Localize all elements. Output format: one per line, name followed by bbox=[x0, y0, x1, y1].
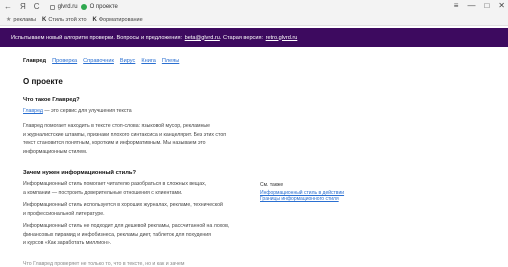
close-icon[interactable]: ✕ bbox=[498, 0, 505, 12]
bookmark-item[interactable]: K Форматирование bbox=[93, 17, 143, 23]
nav-item-check[interactable]: Проверка bbox=[52, 58, 77, 64]
reload-button[interactable]: C bbox=[30, 0, 44, 14]
paragraph-line: а компании — построить доверительные отн… bbox=[23, 189, 183, 196]
page-tab-title: О проекте bbox=[89, 4, 118, 10]
bookmark-item[interactable]: K Стиль этой хто bbox=[42, 17, 87, 23]
address-bar[interactable]: glvrd.ru О проекте bbox=[43, 0, 124, 14]
section1-paragraph: Главред помогает находить в тексте стоп-… bbox=[23, 122, 273, 156]
paragraph-line: и курсов «Как заработать миллион». bbox=[23, 240, 112, 247]
bookmark-label: рекламы bbox=[13, 16, 36, 23]
see-also-link[interactable]: Границы информационного стиля bbox=[260, 196, 370, 202]
url-domain: glvrd.ru bbox=[57, 4, 78, 10]
bookmark-label: Стиль этой хто bbox=[48, 16, 87, 23]
paragraph-line: информационным стилем. bbox=[23, 148, 88, 155]
window-controls: ≡ — □ ✕ bbox=[454, 0, 505, 12]
k-icon: K bbox=[92, 16, 97, 23]
paragraph-line: Главред помогает находить в тексте стоп-… bbox=[23, 123, 211, 129]
banner-text-2: . Старая версия: bbox=[219, 34, 264, 41]
see-also-box: См. также Информационный стиль в действи… bbox=[260, 182, 370, 202]
paragraph-line: Информационный стиль не подходит для деш… bbox=[23, 223, 230, 229]
banner-old-version-link[interactable]: retro.glvrd.ru bbox=[266, 35, 298, 41]
nav-item-reference[interactable]: Справочник bbox=[83, 58, 114, 64]
tab-bar: ← Я C glvrd.ru О проекте ≡ — □ ✕ bbox=[0, 0, 508, 14]
yandex-logo-icon[interactable]: Я bbox=[16, 0, 30, 14]
section2-paragraph-3: Информационный стиль не подходит для деш… bbox=[23, 222, 263, 248]
nav-item-virus[interactable]: Вирус bbox=[120, 58, 135, 64]
section1-intro: Главред — это сервис для улучшения текст… bbox=[23, 107, 263, 116]
cutoff-text: Что Главред проверяет не только то, что … bbox=[23, 261, 185, 267]
menu-icon[interactable]: ≡ bbox=[454, 0, 459, 12]
paragraph-line: и профессиональной литературе. bbox=[23, 210, 105, 217]
bookmarks-bar: ★ рекламы K Стиль этой хто K Форматирова… bbox=[0, 14, 508, 26]
paragraph-line: текст становится понятным, коротким и ин… bbox=[23, 140, 206, 147]
paragraph-line: Информационный стиль используется в хоро… bbox=[23, 202, 223, 208]
section-heading: Зачем нужен информационный стиль? bbox=[23, 170, 136, 176]
page-title: О проекте bbox=[23, 77, 63, 86]
favicon-icon bbox=[80, 4, 87, 10]
bookmark-label: Форматирование bbox=[98, 16, 143, 23]
nav-item-extra[interactable]: Плеяы bbox=[162, 58, 179, 64]
nav-item-glavred[interactable]: Главред bbox=[23, 58, 46, 64]
section2-paragraph-1: Информационный стиль помогает читателю р… bbox=[23, 180, 263, 197]
bookmark-item[interactable]: ★ рекламы bbox=[6, 16, 36, 24]
section-heading: Что такое Главред? bbox=[23, 97, 80, 103]
section2-paragraph-2: Информационный стиль используется в хоро… bbox=[23, 201, 263, 218]
minimize-icon[interactable]: — bbox=[467, 0, 475, 12]
banner-text: Испытываем новый алгоритм проверки. Вопр… bbox=[11, 34, 183, 41]
beta-banner: Испытываем новый алгоритм проверки. Вопр… bbox=[0, 28, 508, 47]
paragraph-line: Информационный стиль помогает читателю р… bbox=[23, 181, 207, 187]
intro-text: — это сервис для улучшения текста bbox=[42, 108, 132, 114]
nav-item-book[interactable]: Книга bbox=[141, 58, 156, 64]
lock-icon bbox=[49, 4, 55, 10]
back-button[interactable]: ← bbox=[0, 0, 16, 14]
see-also-label: См. также bbox=[260, 182, 284, 188]
banner-email-link[interactable]: beta@glvrd.ru bbox=[185, 35, 220, 41]
glavred-link[interactable]: Главред bbox=[23, 108, 43, 114]
star-icon: ★ bbox=[6, 17, 12, 23]
maximize-icon[interactable]: □ bbox=[484, 0, 489, 12]
main-nav: Главред Проверка Справочник Вирус Книга … bbox=[23, 58, 179, 64]
k-icon: K bbox=[41, 16, 47, 23]
paragraph-line: финансовых пирамид и инфобизнеса, реклам… bbox=[23, 231, 211, 238]
paragraph-line: и журналистские штампы, признаки плохого… bbox=[23, 131, 227, 138]
